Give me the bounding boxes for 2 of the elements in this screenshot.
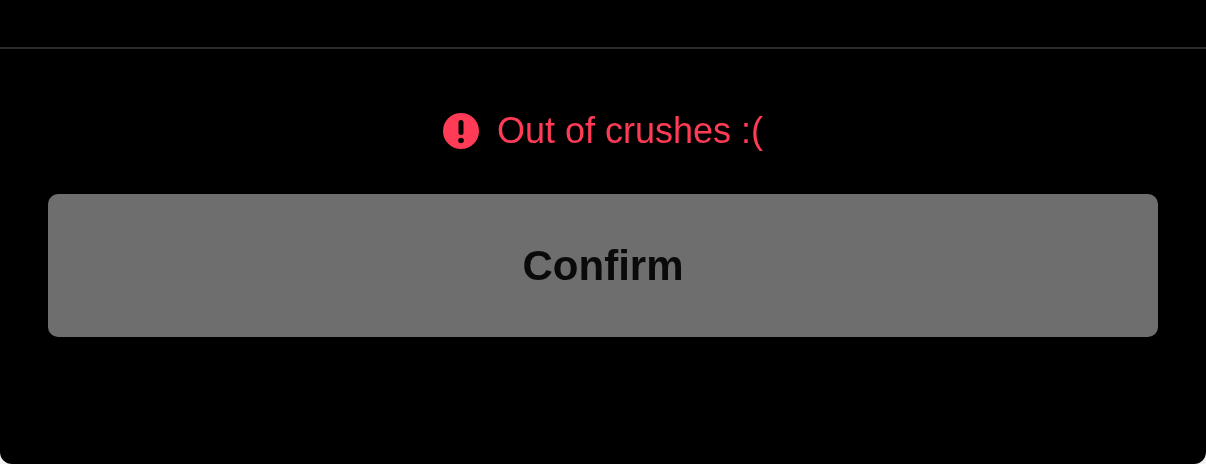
error-message: Out of crushes :( <box>496 110 764 152</box>
alert-icon <box>442 113 479 149</box>
